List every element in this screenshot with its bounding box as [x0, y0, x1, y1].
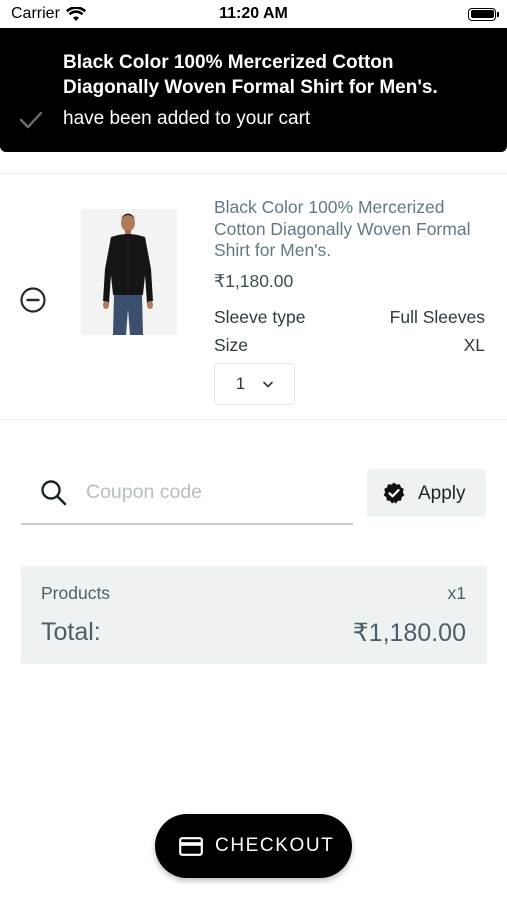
- checkout-button[interactable]: CHECKOUT: [155, 814, 352, 878]
- attribute-row-size: Size XL: [214, 335, 485, 356]
- chevron-down-icon: [263, 381, 274, 387]
- quantity-select[interactable]: 1: [214, 363, 295, 405]
- summary-products-row: Products x1: [41, 583, 466, 604]
- products-count: x1: [447, 583, 466, 603]
- cart-screen: Carrier 11:20 AM Black Color 100% Mercer…: [0, 0, 507, 900]
- attribute-value: Full Sleeves: [389, 307, 485, 327]
- attribute-value: XL: [463, 335, 485, 355]
- check-icon: [19, 111, 43, 129]
- added-to-cart-toast[interactable]: Black Color 100% Mercerized Cotton Diago…: [0, 28, 507, 152]
- attribute-label: Sleeve type: [214, 307, 306, 327]
- search-icon: [41, 480, 67, 506]
- products-label: Products: [41, 583, 111, 603]
- verified-badge-icon: [383, 482, 405, 504]
- summary-total-row: Total: ₹1,180.00: [41, 618, 466, 648]
- attribute-row-sleeve: Sleeve type Full Sleeves: [214, 307, 485, 328]
- toast-message: have been added to your cart: [63, 108, 311, 129]
- remove-item-icon[interactable]: [19, 286, 47, 314]
- toast-title: Black Color 100% Mercerized Cotton Diago…: [63, 52, 438, 98]
- product-name-link[interactable]: Black Color 100% Mercerized Cotton Diago…: [214, 197, 489, 262]
- attribute-label: Size: [214, 335, 249, 355]
- total-label: Total:: [41, 618, 101, 646]
- order-summary: Products x1 Total: ₹1,180.00: [21, 566, 487, 664]
- credit-card-icon: [179, 837, 203, 856]
- coupon-code-input[interactable]: Coupon code: [21, 466, 353, 525]
- divider: [0, 419, 507, 420]
- total-value: ₹1,180.00: [352, 619, 466, 647]
- divider: [0, 173, 507, 174]
- quantity-value: 1: [235, 374, 246, 393]
- status-bar: Carrier 11:20 AM: [0, 0, 507, 28]
- product-image[interactable]: [81, 209, 177, 335]
- battery-icon: [468, 7, 499, 21]
- coupon-placeholder: Coupon code: [86, 481, 203, 503]
- apply-coupon-button[interactable]: Apply: [367, 469, 486, 517]
- status-time: 11:20 AM: [219, 5, 288, 22]
- product-price: ₹1,180.00: [214, 271, 294, 291]
- apply-label: Apply: [418, 483, 466, 504]
- checkout-label: CHECKOUT: [215, 835, 335, 856]
